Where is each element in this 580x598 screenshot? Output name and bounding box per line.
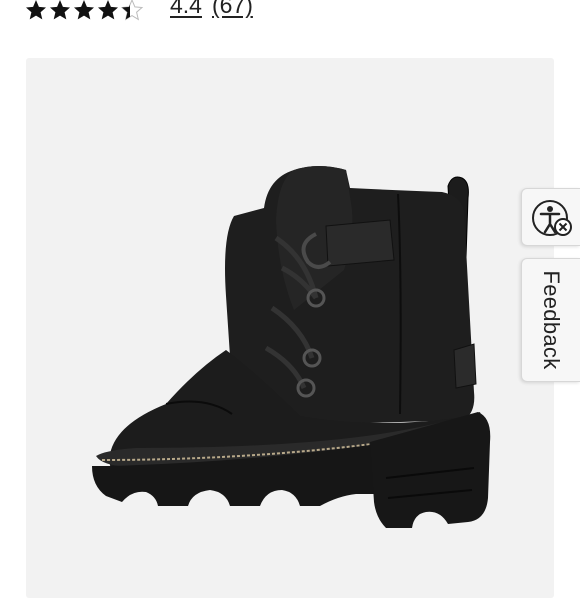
accessibility-icon <box>532 200 572 236</box>
feedback-label: Feedback <box>539 270 564 370</box>
star-rating[interactable] <box>24 0 144 26</box>
partial-star-icon <box>120 0 144 21</box>
rating-links: 4.4 (67) <box>170 0 253 19</box>
feedback-tab[interactable]: Feedback <box>521 258 580 382</box>
star-icon <box>98 0 118 20</box>
accessibility-widget[interactable] <box>521 188 580 246</box>
review-count-link[interactable]: (67) <box>212 0 253 19</box>
star-icon <box>50 0 70 20</box>
star-icon <box>74 0 94 20</box>
rating-value-link[interactable]: 4.4 <box>170 0 202 19</box>
ankle-boot-image <box>92 166 491 528</box>
product-image-container[interactable] <box>26 58 554 598</box>
stars <box>24 0 144 22</box>
star-icon <box>26 0 46 20</box>
